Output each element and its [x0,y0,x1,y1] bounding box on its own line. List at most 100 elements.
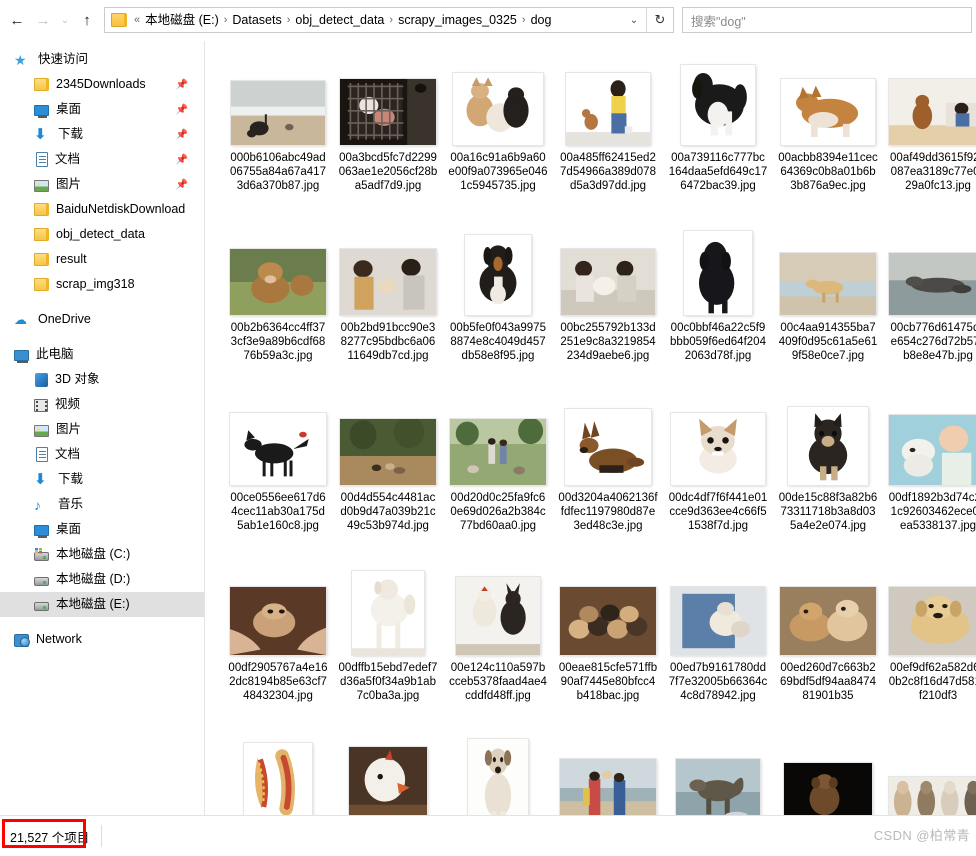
file-item[interactable] [663,727,773,815]
file-thumbnail-person-holding-dog[interactable] [671,587,765,655]
pin-icon[interactable]: 📌 [176,79,188,90]
sidebar-item-pictures[interactable]: 图片 📌 [0,172,204,197]
breadcrumb-item-datasets[interactable]: Datasets [229,10,284,30]
file-item[interactable]: 00c4aa914355ba7409f0d95c61a5e619f58e0ce7… [773,217,883,387]
file-item[interactable]: 00de15c88f3a82b673311718b3a8d035a4e2e074… [773,387,883,557]
file-thumbnail-chihuahua-smiling[interactable] [671,413,765,485]
file-item[interactable] [443,727,553,815]
file-thumbnail-dog-running-beach[interactable] [780,253,876,315]
search-box[interactable]: 搜索"dog" [682,7,972,33]
file-thumbnail-hands-holding-puppy[interactable] [230,587,326,655]
sidebar-item-result[interactable]: result [0,247,204,272]
address-breadcrumb-bar[interactable]: « 本地磁盘 (E:) › Datasets › obj_detect_data… [104,7,674,33]
sidebar-item-desktop-pc[interactable]: 桌面 [0,517,204,542]
forward-button[interactable]: → [30,6,56,34]
file-item[interactable]: 00bc255792b133d251e9c8a3219854234d9aebe6… [553,217,663,387]
file-item[interactable]: 00a3bcd5fc7d2299063ae1e2056cf28ba5adf7d9… [333,47,443,217]
file-thumbnail-black-white-spaniel[interactable] [681,65,755,145]
breadcrumb-item-dog[interactable]: dog [528,10,555,30]
file-item[interactable]: 00a739116c777bc164daa5efd649c176472bac39… [663,47,773,217]
file-item[interactable]: 00acbb8394e11cec64369c0b8a01b6b3b876a9ec… [773,47,883,217]
breadcrumb-item-obj-detect-data[interactable]: obj_detect_data [292,10,387,30]
file-thumbnail-golden-retriever[interactable] [889,587,976,655]
sidebar-item-downloads[interactable]: ⬇ 下载 📌 [0,122,204,147]
up-button[interactable]: ↑ [74,6,100,34]
file-thumbnail-rooster-closeup[interactable] [349,747,427,815]
file-thumbnail-child-with-puppy[interactable] [889,415,976,485]
file-thumbnail-hotdogs[interactable] [244,743,312,815]
file-thumbnail-four-dogs-row[interactable] [889,777,976,815]
file-thumbnail-grooming-dog[interactable] [561,249,655,315]
file-thumbnail-chickens-and-rabbit[interactable] [456,577,540,655]
file-thumbnail-two-women-puppy[interactable] [340,249,436,315]
file-item[interactable]: 00d3204a4062136ffdfec1197980d87e3ed48c3e… [553,387,663,557]
recent-locations-button[interactable]: ⌄ [56,6,74,34]
file-thumbnail-dog-in-water[interactable] [676,759,760,815]
pin-icon[interactable]: 📌 [176,179,188,190]
file-thumbnail-seal-dog-water[interactable] [889,253,976,315]
pin-icon[interactable]: 📌 [176,154,188,165]
file-item[interactable]: 00df1892b3d74c271c92603462ece0dea5338137… [883,387,976,557]
breadcrumb-overflow-icon[interactable]: « [132,14,142,26]
sidebar-item-2345downloads[interactable]: 2345Downloads 📌 [0,72,204,97]
file-item[interactable]: 00a485ff62415ed27d54966a389d078d5a3d97dd… [553,47,663,217]
file-item[interactable] [223,727,333,815]
sidebar-item-baidunetdiskdownload[interactable]: BaiduNetdiskDownload [0,197,204,222]
refresh-icon[interactable]: ↻ [647,8,673,32]
file-item[interactable]: 00dffb15ebd7edef7d36a5f0f34a9b1ab7c0ba3a… [333,557,443,727]
file-thumbnail-dog-on-beach[interactable] [231,81,325,145]
file-thumbnail-black-dog-white[interactable] [230,413,326,485]
file-item[interactable]: 00af49dd3615f924087ea3189c77e0c29a0fc13.… [883,47,976,217]
file-item[interactable]: 00b5fe0f043a99758874e8c4049d457db58e8f95… [443,217,553,387]
navigation-pane[interactable]: ★ 快速访问 2345Downloads 📌 桌面 📌 ⬇ 下载 📌 文档 📌 … [0,41,205,815]
sidebar-item-network[interactable]: Network [0,627,204,652]
sidebar-item-local-disk-c[interactable]: 本地磁盘 (C:) [0,542,204,567]
file-item[interactable]: 00d4d554c4481acd0b9d47a039b21c49c53b974d… [333,387,443,557]
file-thumbnail-dogs-cuddling[interactable] [780,587,876,655]
sidebar-item-videos[interactable]: 视频 [0,392,204,417]
file-thumbnail-couple-with-dog-beach[interactable] [560,759,656,815]
file-item[interactable] [883,727,976,815]
file-item[interactable]: 00ed260d7c663b269bdf5df94aa847481901b35 [773,557,883,727]
sidebar-item-3d-objects[interactable]: 3D 对象 [0,367,204,392]
file-thumbnail-white-dog-standing[interactable] [352,571,424,655]
sidebar-item-onedrive[interactable]: ☁ OneDrive [0,307,204,332]
file-thumbnail-litter-of-puppies[interactable] [560,587,656,655]
file-thumbnail-shepherd-lying[interactable] [565,409,651,485]
file-item[interactable] [773,727,883,815]
file-item[interactable] [553,727,663,815]
file-thumbnail-aussie-sitting[interactable] [468,739,528,815]
sidebar-item-local-disk-d[interactable]: 本地磁盘 (D:) [0,567,204,592]
file-item[interactable]: 00a16c91a6b9a60e00f9a073965e0461c5945735… [443,47,553,217]
file-list-pane[interactable]: 000b6106abc49ad06755a84a67a4173d6a370b87… [205,41,976,815]
breadcrumb-item-drive[interactable]: 本地磁盘 (E:) [142,10,222,30]
file-item[interactable]: 00cb776d61475dffe654c276d72b57cb8e8e47b.… [883,217,976,387]
sidebar-item-quick-access[interactable]: ★ 快速访问 [0,47,204,72]
file-thumbnail-woman-dog-livingroom[interactable] [889,79,976,145]
sidebar-item-this-pc[interactable]: 此电脑 [0,342,204,367]
sidebar-item-documents[interactable]: 文档 📌 [0,147,204,172]
file-thumbnail-corgi[interactable] [781,79,875,145]
chevron-down-icon[interactable]: ⌄ [622,8,646,32]
sidebar-item-music[interactable]: ♪ 音乐 [0,492,204,517]
pin-icon[interactable]: 📌 [176,129,188,140]
file-item[interactable]: 00b2b6364cc4ff373cf3e9a89b6cdf6876b59a3c… [223,217,333,387]
file-thumbnail-people-dogs-park[interactable] [450,419,546,485]
file-item[interactable]: 00df2905767a4e162dc8194b85e63cf748432304… [223,557,333,727]
sidebar-item-local-disk-e[interactable]: 本地磁盘 (E:) [0,592,204,617]
file-item[interactable]: 00b2bd91bcc90e38277c95bdbc6a0611649db7cd… [333,217,443,387]
sidebar-item-scrap-img318[interactable]: scrap_img318 [0,272,204,297]
file-item[interactable]: 00ef9df62a582d680b2c8f16d47d5814f210df3 [883,557,976,727]
sidebar-item-pictures-pc[interactable]: 图片 [0,417,204,442]
file-item[interactable] [333,727,443,815]
file-thumbnail-dogs-forest-path[interactable] [340,419,436,485]
file-thumbnail-dogs-in-crate[interactable] [340,79,436,145]
sidebar-item-desktop[interactable]: 桌面 📌 [0,97,204,122]
sidebar-item-documents-pc[interactable]: 文档 [0,442,204,467]
file-item[interactable]: 00dc4df7f6f441e01cce9d363ee4c66f51538f7d… [663,387,773,557]
file-item[interactable]: 00d20d0c25fa9fc60e69d026a2b384c77bd60aa0… [443,387,553,557]
back-button[interactable]: ← [4,6,30,34]
pin-icon[interactable]: 📌 [176,104,188,115]
sidebar-item-downloads-pc[interactable]: ⬇ 下载 [0,467,204,492]
breadcrumb-item-scrapy-images[interactable]: scrapy_images_0325 [395,10,520,30]
